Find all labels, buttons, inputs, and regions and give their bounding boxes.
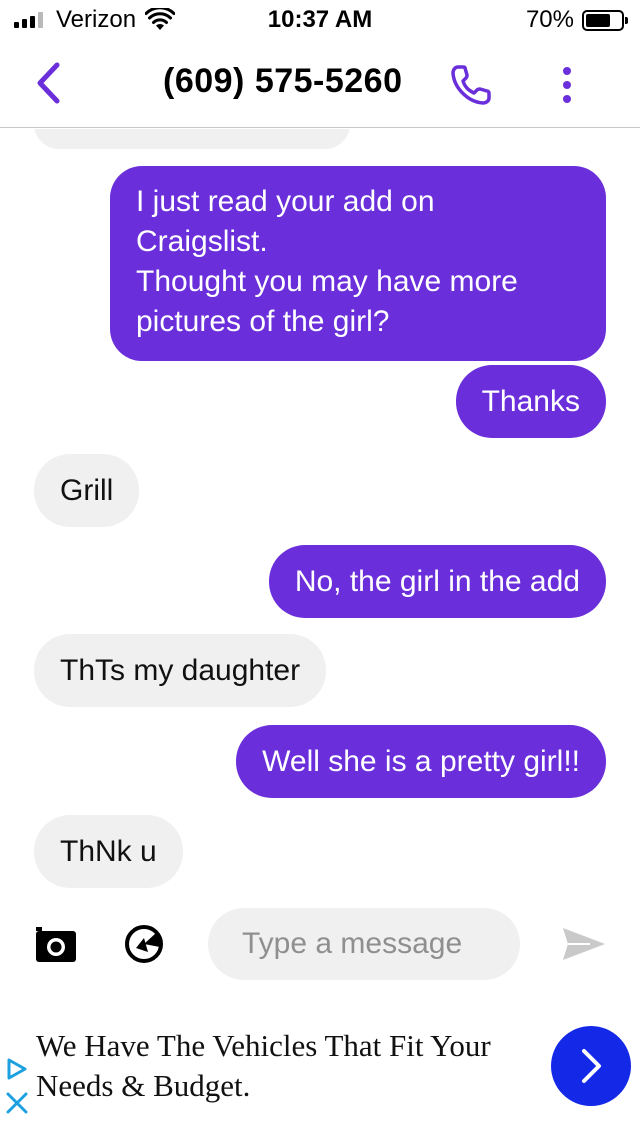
message-bubble-outgoing[interactable]: I just read your add on Craigslist. Thou… bbox=[110, 166, 606, 361]
message-bubble-outgoing[interactable]: No, the girl in the add bbox=[268, 545, 606, 618]
close-icon bbox=[6, 1092, 28, 1114]
back-button[interactable] bbox=[28, 60, 68, 106]
message-bubble-incoming[interactable]: ThTs my daughter bbox=[34, 634, 327, 707]
message-composer bbox=[0, 900, 640, 990]
ad-choices-icon[interactable] bbox=[4, 1056, 30, 1130]
message-text: ThTs my daughter bbox=[60, 654, 301, 687]
vertical-ellipsis-icon bbox=[563, 67, 571, 75]
chevron-right-icon bbox=[582, 1049, 601, 1083]
message-input[interactable] bbox=[208, 908, 520, 980]
battery-percentage: 70% bbox=[525, 6, 574, 33]
ad-headline-line: We Have The Vehicles That Fit Your bbox=[36, 1028, 491, 1063]
conversation-header: (609) 575-5260 bbox=[0, 40, 640, 128]
message-text: Grill bbox=[60, 474, 114, 507]
message-bubble-incoming[interactable]: ThNk u bbox=[34, 815, 183, 888]
ad-headline-line: Needs & Budget. bbox=[36, 1068, 251, 1103]
message-text-line: Craigslist. bbox=[136, 225, 268, 258]
message-text: Thanks bbox=[481, 385, 580, 418]
message-bubble-outgoing[interactable]: Well she is a pretty girl!! bbox=[236, 725, 606, 798]
message-text: ThNk u bbox=[60, 835, 157, 868]
message-text-line: I just read your add on bbox=[136, 185, 435, 218]
ad-banner[interactable]: We Have The Vehicles That Fit Your Needs… bbox=[0, 1020, 640, 1136]
message-bubble-incoming[interactable]: Grill bbox=[34, 454, 140, 527]
message-text: No, the girl in the add bbox=[294, 565, 580, 598]
message-bubble-outgoing[interactable]: Thanks bbox=[455, 365, 606, 438]
contact-phone-number: (609) 575-5260 bbox=[163, 62, 403, 100]
send-icon[interactable] bbox=[560, 924, 608, 964]
gif-sticker-icon[interactable] bbox=[122, 922, 166, 966]
ad-headline[interactable]: We Have The Vehicles That Fit Your Needs… bbox=[36, 1026, 536, 1106]
message-text: Well she is a pretty girl!! bbox=[262, 745, 580, 778]
battery-icon bbox=[582, 10, 628, 31]
phone-icon[interactable] bbox=[448, 62, 494, 108]
status-bar: Verizon 10:37 AM 70% bbox=[0, 0, 640, 40]
more-options-button[interactable] bbox=[550, 62, 584, 108]
message-list: I just read your add on Craigslist. Thou… bbox=[0, 129, 640, 900]
camera-icon[interactable] bbox=[34, 922, 78, 966]
message-text-line: Thought you may have more bbox=[136, 265, 518, 298]
message-text-line: pictures of the girl? bbox=[136, 305, 390, 338]
ad-open-button[interactable] bbox=[551, 1026, 631, 1106]
message-bubble-incoming-partial[interactable] bbox=[34, 129, 350, 149]
chevron-left-icon bbox=[37, 62, 60, 104]
